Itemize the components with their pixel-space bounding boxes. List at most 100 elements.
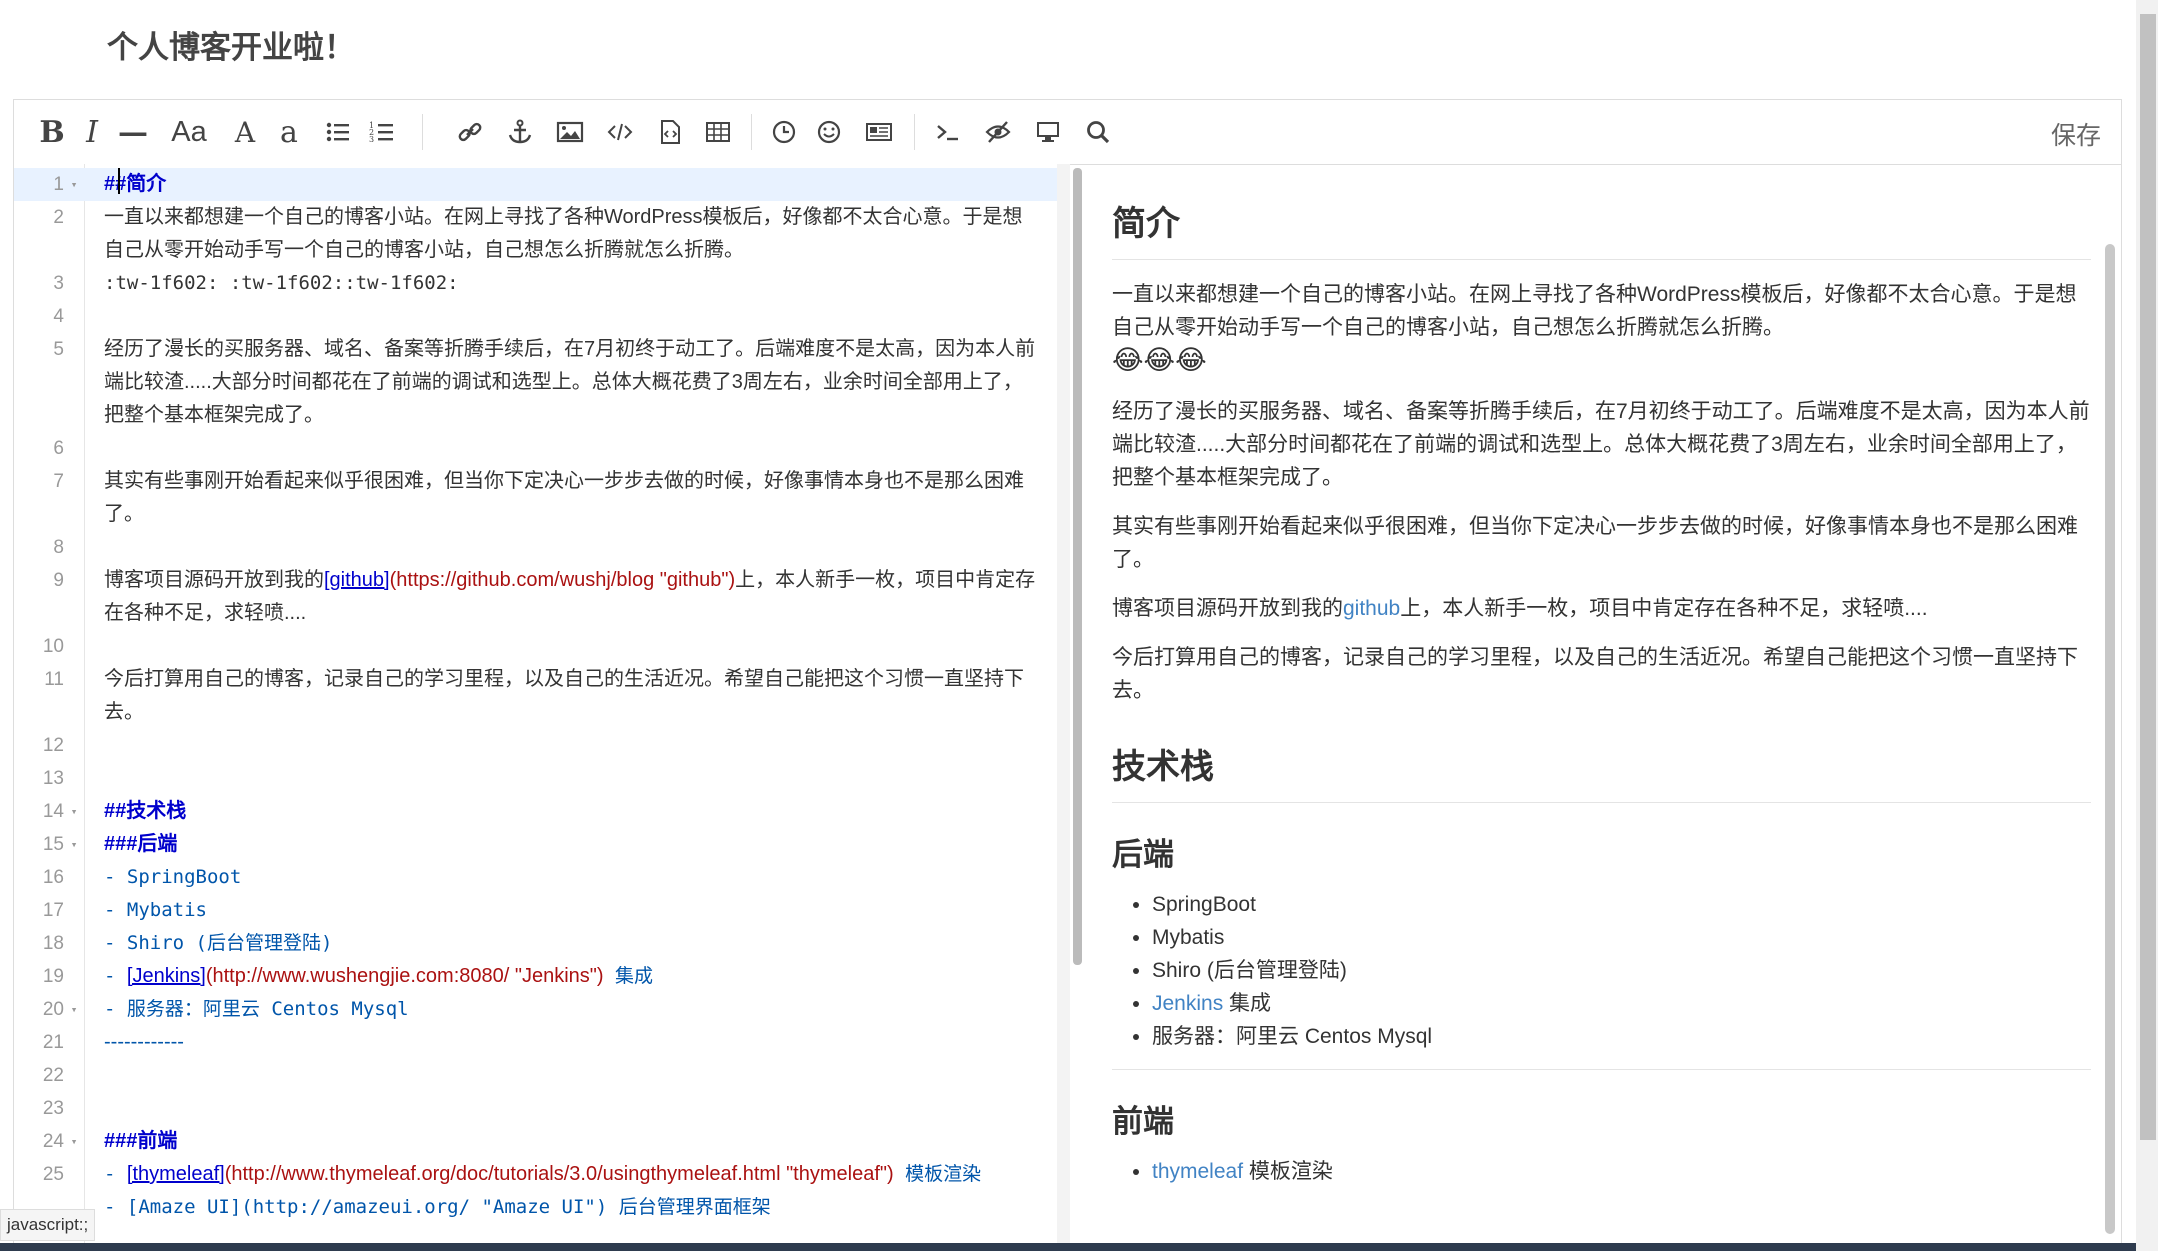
code-line[interactable]: 18 - Shiro (后台管理登陆) <box>14 927 1057 960</box>
code-line[interactable]: 17 - Mybatis <box>14 894 1057 927</box>
line-number: 7 <box>53 471 64 492</box>
code-line[interactable]: 16 - SpringBoot <box>14 861 1057 894</box>
fold-toggle-icon <box>64 729 84 762</box>
uppercase-button[interactable]: A <box>227 114 263 150</box>
code-line[interactable]: 6 <box>14 432 1057 465</box>
status-tooltip: javascript:; <box>0 1209 96 1241</box>
preview-heading-frontend: 前端 <box>1112 1104 1174 1139</box>
preview-scrollbar-thumb[interactable] <box>2105 244 2115 1234</box>
code-line[interactable]: 15 ▾ ###后端 <box>14 828 1057 861</box>
line-number: 20 <box>42 999 64 1020</box>
code-line[interactable]: 23 <box>14 1092 1057 1125</box>
emoji-icons: 😂😂😂 <box>1112 345 1207 375</box>
link-button[interactable] <box>452 114 488 150</box>
page-scrollbar-thumb[interactable] <box>2140 14 2156 1140</box>
code-line[interactable]: 22 <box>14 1059 1057 1092</box>
fold-toggle-icon[interactable]: ▾ <box>64 993 84 1026</box>
list-item: Mybatis <box>1152 921 2091 954</box>
source-scrollbar-track[interactable] <box>1057 164 1070 1244</box>
markdown-source-pane[interactable]: 1 ▾ ##简介 2 一直以来都想建一个自己的博客小站。在网上寻找了各种WordPres… <box>14 164 1057 1244</box>
code-line[interactable]: 20 ▾ - 服务器：阿里云 Centos Mysql <box>14 993 1057 1026</box>
github-link[interactable]: github <box>1343 597 1400 620</box>
toggle-preview-button[interactable] <box>980 114 1016 150</box>
unordered-list-button[interactable] <box>320 114 356 150</box>
code-line[interactable]: 21 ------------ <box>14 1026 1057 1059</box>
preview-text: 集成 <box>1223 992 1272 1015</box>
fullscreen-preview-button[interactable] <box>1030 114 1066 150</box>
code-line[interactable]: 10 <box>14 630 1057 663</box>
code-line[interactable]: 25 - [thymeleaf](http://www.thymeleaf.org… <box>14 1158 1057 1191</box>
preview-paragraph: 博客项目源码开放到我的github上，本人新手一枚，项目中肯定存在各种不足，求轻… <box>1112 592 2091 625</box>
fold-toggle-icon[interactable]: ▾ <box>64 168 84 201</box>
code-line[interactable]: 13 <box>14 762 1057 795</box>
line-number: 17 <box>42 900 64 921</box>
line-number: 13 <box>42 768 64 789</box>
datetime-button[interactable] <box>766 114 802 150</box>
code-line[interactable]: 14 ▾ ##技术栈 <box>14 795 1057 828</box>
search-button[interactable] <box>1080 114 1116 150</box>
emoji-button[interactable] <box>811 114 847 150</box>
code-text: ###前端 <box>84 1125 1039 1158</box>
code-line[interactable]: 24 ▾ ###前端 <box>14 1125 1057 1158</box>
image-button[interactable] <box>552 114 588 150</box>
line-number: 5 <box>53 339 64 360</box>
table-button[interactable] <box>700 114 736 150</box>
code-line[interactable]: 1 ▾ ##简介 <box>14 168 1057 201</box>
line-number: 19 <box>42 966 64 987</box>
bold-button[interactable]: B <box>34 114 70 150</box>
code-line[interactable]: 4 <box>14 300 1057 333</box>
code-line[interactable]: 9 博客项目源码开放到我的[github](https://github.com/… <box>14 564 1057 630</box>
anchor-button[interactable] <box>502 114 538 150</box>
code-line[interactable]: 5 经历了漫长的买服务器、域名、备案等折腾手续后，在7月初终于动工了。后端难度不是… <box>14 333 1057 432</box>
file-code-icon <box>661 120 680 144</box>
jenkins-link[interactable]: Jenkins <box>1152 992 1223 1015</box>
fold-toggle-icon[interactable]: ▾ <box>64 828 84 861</box>
code-token: - [Amaze UI](http://amazeui.org/ "Amaze … <box>104 1196 771 1218</box>
code-line[interactable]: 11 今后打算用自己的博客，记录自己的学习里程，以及自己的生活近况。希望自己能把这… <box>14 663 1057 729</box>
image-icon <box>556 121 584 143</box>
html-entities-button[interactable] <box>861 114 897 150</box>
preview-heading-stack: 技术栈 <box>1112 739 2091 803</box>
fold-toggle-icon[interactable]: ▾ <box>64 1125 84 1158</box>
markdown-preview-pane: 简介 一直以来都想建一个自己的博客小站。在网上寻找了各种WordPress模板后… <box>1082 164 2121 1244</box>
code-line[interactable]: 7 其实有些事刚开始看起来似乎很困难，但当你下定决心一步步去做的时候，好像事情本身… <box>14 465 1057 531</box>
hr-button[interactable]: — <box>115 114 151 150</box>
italic-button[interactable]: I <box>74 114 110 150</box>
code-line[interactable]: - [Amaze UI](http://amazeui.org/ "Amaze … <box>14 1191 1057 1224</box>
heading-button[interactable]: Aa <box>164 114 214 150</box>
source-scrollbar-thumb[interactable] <box>1073 168 1082 965</box>
line-number: 14 <box>42 801 64 822</box>
fold-toggle-icon <box>64 1092 84 1125</box>
code-line[interactable]: 19 - [Jenkins](http://www.wushengjie.com:… <box>14 960 1057 993</box>
code-line[interactable]: 3:tw-1f602: :tw-1f602::tw-1f602: <box>14 267 1057 300</box>
fold-toggle-icon[interactable]: ▾ <box>64 795 84 828</box>
code-lines[interactable]: 1 ▾ ##简介 2 一直以来都想建一个自己的博客小站。在网上寻找了各种WordPres… <box>14 164 1057 1224</box>
code-token: (http://www.thymeleaf.org/doc/tutorials/… <box>224 1163 894 1185</box>
code-token: (http://www.wushengjie.com:8080/ "Jenkin… <box>205 965 604 987</box>
code-block-button[interactable] <box>652 114 688 150</box>
code-line[interactable]: 2 一直以来都想建一个自己的博客小站。在网上寻找了各种WordPress模板后，好… <box>14 201 1057 267</box>
code-text: ------------ <box>84 1026 1039 1059</box>
page-scrollbar-track[interactable] <box>2136 0 2158 1251</box>
ordered-list-button[interactable]: 123 <box>364 114 400 150</box>
thymeleaf-link[interactable]: thymeleaf <box>1152 1160 1243 1183</box>
list-item: SpringBoot <box>1152 888 2091 921</box>
lowercase-button[interactable]: a <box>271 114 307 150</box>
save-button[interactable]: 保存 <box>2051 116 2101 152</box>
fold-toggle-icon <box>64 564 84 630</box>
line-number: 4 <box>53 306 64 327</box>
code-inline-button[interactable] <box>602 114 638 150</box>
code-text: ##技术栈 <box>84 795 1039 828</box>
code-line[interactable]: 8 <box>14 531 1057 564</box>
code-token: ###前端 <box>104 1130 178 1152</box>
code-line[interactable]: 12 <box>14 729 1057 762</box>
code-text: :tw-1f602: :tw-1f602::tw-1f602: <box>84 267 1039 300</box>
terminal-icon <box>937 125 958 141</box>
list-item: thymeleaf 模板渲染 <box>1152 1155 2091 1188</box>
fold-toggle-icon <box>64 1059 84 1092</box>
fold-toggle-icon <box>64 927 84 960</box>
goto-line-button[interactable] <box>930 114 966 150</box>
code-token: - <box>104 1163 127 1185</box>
